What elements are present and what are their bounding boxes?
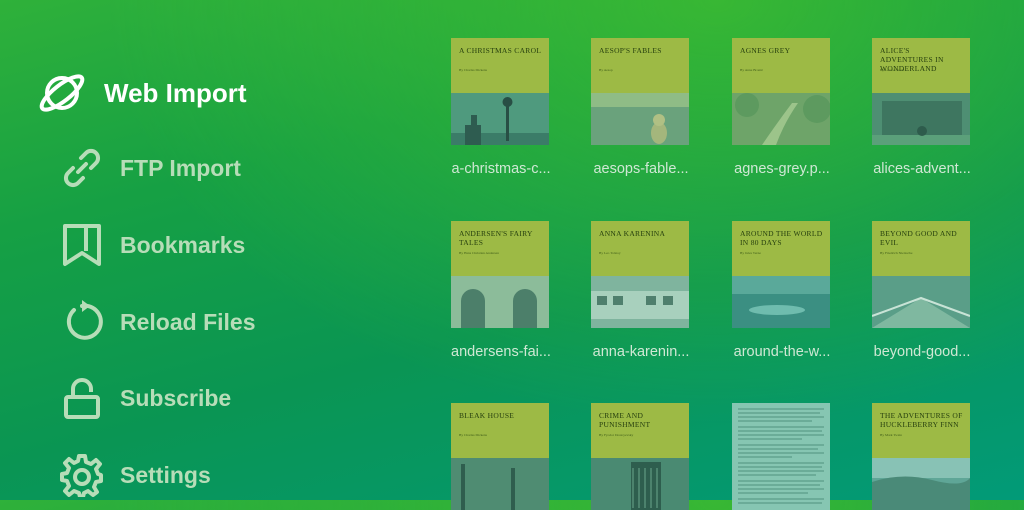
book-cover: Crime and Punishment By Fyodor Dostoyevs… [591,403,689,510]
book-cover: A Christmas Carol By Charles Dickens [451,38,549,145]
cover-title: Aesop's Fables [599,46,662,55]
book-cover: Anna Karenina By Leo Tolstoy [591,221,689,328]
sidebar-item-label: Bookmarks [120,231,246,258]
file-name: around-the-w... [733,344,831,360]
file-grid: A Christmas Carol By Charles Dickens a-c… [440,0,1024,510]
cover-title: Agnes Grey [740,46,791,55]
link-icon [60,146,104,190]
cover-author: By Charles Dickens [459,433,487,437]
file-name: a-christmas-c... [451,161,551,177]
cover-title: Anna Karenina [599,229,666,238]
cover-author: By Anne Brontë [740,68,763,72]
cover-author: By Fyodor Dostoyevsky [599,433,634,437]
gear-icon [60,453,104,497]
cover-author: By Charles Dickens [459,68,487,72]
cover-title: Beyond Good and Evil [880,229,957,247]
cover-author: By Aesop [599,68,613,72]
sidebar-item-reload-files[interactable]: Reload Files [60,300,255,344]
sidebar-item-bookmarks[interactable]: Bookmarks [60,223,245,267]
book-cover: Alice's Adventures in Wonderland By Lewi… [872,38,970,145]
book-cover: Beyond Good and Evil By Friedrich Nietzs… [872,221,970,328]
book-cover: Aesop's Fables By Aesop [591,38,689,145]
sidebar-item-ftp-import[interactable]: FTP Import [60,146,241,190]
cover-title: Bleak House [459,411,515,420]
book-cover: The Adventures of Huckleberry Finn By Ma… [872,403,970,510]
cover-title: A Christmas Carol [459,46,542,55]
sidebar: Web Import FTP Import Bookmarks Reload F… [0,0,400,500]
sidebar-item-web-import[interactable]: Web Import [36,68,247,118]
book-cover: Andersen's Fairy Tales By Hans Christian… [451,221,549,328]
cover-author: By Jules Verne [740,251,761,255]
cover-author: By Friedrich Nietzsche [880,251,913,255]
cover-title: Andersen's Fairy Tales [459,229,533,247]
sidebar-item-label: Web Import [104,77,247,108]
file-name: beyond-good... [873,344,971,360]
cover-author: By Lewis Carroll [880,68,905,72]
cover-author: By Leo Tolstoy [599,251,621,255]
file-name: anna-karenin... [592,344,690,360]
sidebar-item-label: Reload Files [120,308,256,335]
sidebar-item-label: Settings [120,461,211,488]
cover-title: The Adventures of Huckleberry Finn [880,411,963,429]
book-cover: Around the World in 80 Days By Jules Ver… [732,221,830,328]
file-name: andersens-fai... [451,344,551,360]
file-name: agnes-grey.p... [734,161,830,177]
reload-icon [60,300,104,344]
book-cover: Agnes Grey By Anne Brontë [732,38,830,145]
book-cover: Bleak House By Charles Dickens [451,403,549,510]
file-name: aesops-fable... [593,161,689,177]
cover-title: Around the World in 80 Days [740,229,823,247]
sidebar-item-label: Subscribe [120,384,232,411]
sidebar-item-label: FTP Import [120,154,241,181]
book-cover-text-page [732,403,830,510]
sidebar-item-subscribe[interactable]: Subscribe [60,376,231,420]
file-name: alices-advent... [873,161,971,177]
sidebar-item-settings[interactable]: Settings [60,453,211,497]
cover-title: Crime and Punishment [599,411,651,429]
unlock-icon [60,376,104,420]
cover-author: By Hans Christian Andersen [459,251,499,255]
planet-icon [36,68,88,118]
cover-author: By Mark Twain [880,433,903,437]
bookmark-icon [60,223,104,267]
